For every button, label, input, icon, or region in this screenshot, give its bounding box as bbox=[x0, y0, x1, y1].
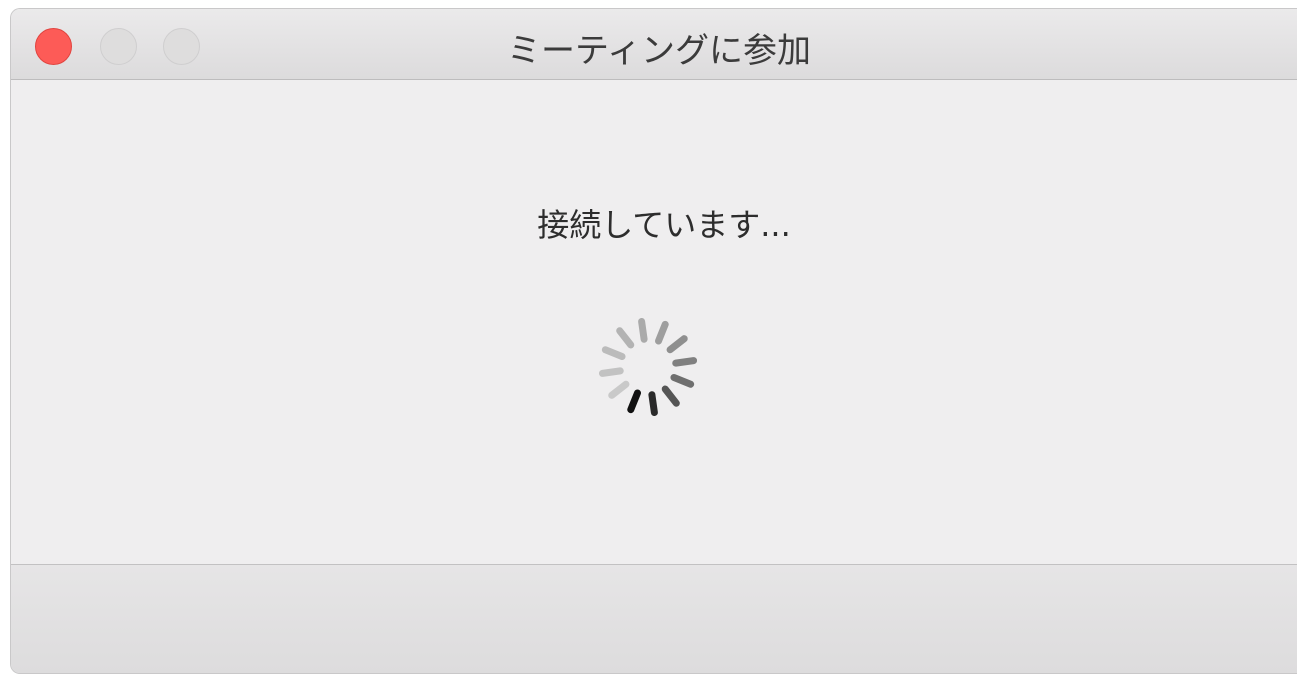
spinner-spoke bbox=[601, 346, 626, 361]
spinner-spoke bbox=[616, 327, 635, 349]
window-footer bbox=[11, 564, 1297, 673]
spinner-spoke bbox=[670, 373, 695, 388]
spinner-spoke bbox=[661, 385, 680, 407]
spinner-spoke bbox=[608, 380, 630, 399]
spinner-spoke bbox=[627, 389, 642, 414]
connecting-status-text: 接続しています... bbox=[537, 206, 791, 244]
join-meeting-window: ミーティングに参加 接続しています... bbox=[10, 8, 1297, 674]
window-title: ミーティングに参加 bbox=[507, 31, 811, 71]
main-content: 接続しています... bbox=[11, 80, 1297, 564]
spinner-spoke bbox=[672, 357, 698, 367]
spinner-spoke bbox=[638, 317, 648, 343]
loading-spinner-icon bbox=[598, 317, 698, 417]
spinner-spoke bbox=[654, 320, 669, 345]
spinner-spoke bbox=[648, 391, 658, 417]
spinner-spoke bbox=[598, 367, 624, 377]
title-bar[interactable]: ミーティングに参加 bbox=[11, 9, 1297, 80]
spinner-spoke bbox=[666, 335, 688, 354]
